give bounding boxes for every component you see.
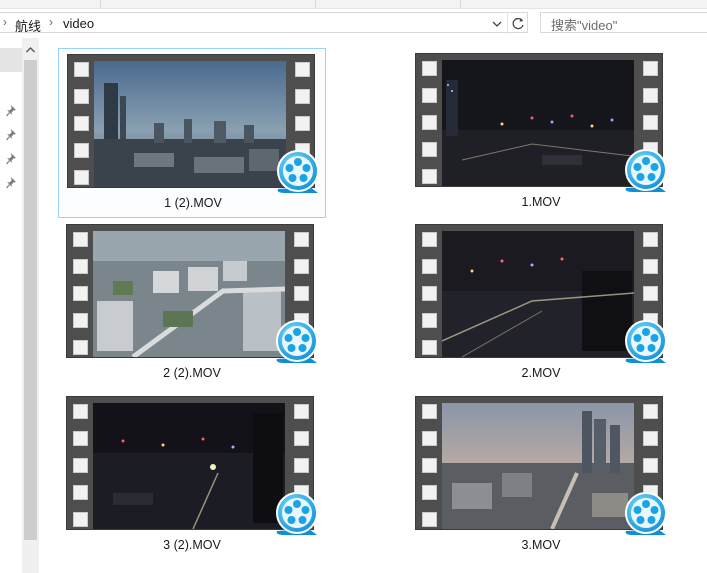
film-hole [422, 431, 437, 446]
film-hole [422, 169, 437, 184]
film-hole [73, 313, 88, 328]
film-hole [422, 404, 437, 419]
film-hole [73, 458, 88, 473]
file-item[interactable]: 2.MOV [407, 219, 675, 389]
film-hole [643, 232, 658, 247]
scroll-up-icon[interactable] [22, 42, 39, 58]
video-thumbnail[interactable] [415, 224, 667, 363]
media-player-icon [625, 320, 667, 363]
film-hole [73, 512, 88, 527]
film-hole [294, 232, 309, 247]
film-hole [74, 116, 89, 131]
film-hole [73, 485, 88, 500]
film-hole [73, 232, 88, 247]
film-hole [295, 89, 310, 104]
pin-icon[interactable] [6, 152, 18, 166]
video-thumbnail[interactable] [415, 396, 667, 535]
film-hole [422, 340, 437, 355]
film-hole [294, 431, 309, 446]
scrollbar-thumb[interactable] [24, 60, 37, 540]
video-preview-image [442, 231, 634, 357]
breadcrumb-item-current[interactable]: video [63, 16, 94, 31]
film-hole [295, 62, 310, 77]
film-hole [73, 404, 88, 419]
film-hole [422, 259, 437, 274]
video-preview-image [93, 403, 285, 529]
film-hole [422, 115, 437, 130]
video-thumbnail[interactable] [67, 54, 319, 193]
film-hole [422, 61, 437, 76]
title-strip [0, 0, 707, 9]
file-item[interactable]: 3 (2).MOV [58, 391, 326, 561]
film-hole [74, 143, 89, 158]
nav-scrollbar[interactable] [22, 38, 39, 573]
film-hole [295, 116, 310, 131]
video-thumbnail[interactable] [66, 224, 318, 363]
film-hole [294, 286, 309, 301]
media-player-icon [277, 150, 319, 193]
film-hole [294, 404, 309, 419]
chevron-down-icon[interactable] [489, 16, 505, 32]
film-hole [422, 313, 437, 328]
breadcrumb-separator-icon: › [49, 15, 53, 29]
video-preview-image [94, 61, 286, 187]
film-hole [643, 88, 658, 103]
video-thumbnail[interactable] [415, 53, 667, 192]
film-hole [73, 340, 88, 355]
film-hole [73, 431, 88, 446]
film-hole [643, 431, 658, 446]
breadcrumb-separator-icon: › [3, 15, 7, 29]
film-hole [294, 458, 309, 473]
refresh-icon [512, 17, 524, 30]
media-player-icon [625, 492, 667, 535]
film-hole [643, 115, 658, 130]
file-item[interactable]: 1 (2).MOV [58, 48, 326, 218]
breadcrumb-item[interactable]: 航线 [15, 16, 41, 35]
film-hole [643, 259, 658, 274]
film-hole [422, 286, 437, 301]
media-player-icon [625, 149, 667, 192]
film-hole [422, 232, 437, 247]
film-hole [422, 485, 437, 500]
film-hole [422, 88, 437, 103]
address-bar[interactable]: › 航线 › video [0, 12, 528, 35]
nav-item-selected[interactable] [0, 48, 22, 72]
video-thumbnail[interactable] [66, 396, 318, 535]
film-hole [422, 512, 437, 527]
file-item[interactable]: 3.MOV [407, 391, 675, 561]
file-name-label: 3 (2).MOV [163, 538, 221, 552]
film-hole [422, 458, 437, 473]
film-hole [294, 259, 309, 274]
address-bar-row: › 航线 › video 搜索"video" [0, 9, 707, 38]
film-hole [643, 286, 658, 301]
navigation-pane [0, 38, 22, 573]
pin-icon[interactable] [6, 104, 18, 118]
film-hole [74, 170, 89, 185]
media-player-icon [276, 492, 318, 535]
file-name-label: 1.MOV [521, 195, 561, 209]
film-hole [422, 142, 437, 157]
film-hole [74, 62, 89, 77]
film-hole [73, 259, 88, 274]
video-preview-image [93, 231, 285, 357]
pin-icon[interactable] [6, 176, 18, 190]
pin-icon[interactable] [6, 128, 18, 142]
video-preview-image [442, 403, 634, 529]
film-hole [74, 89, 89, 104]
film-hole [73, 286, 88, 301]
file-item[interactable]: 1.MOV [407, 48, 675, 218]
file-name-label: 2 (2).MOV [163, 366, 221, 380]
file-item[interactable]: 2 (2).MOV [58, 219, 326, 389]
search-input[interactable]: 搜索"video" [540, 12, 707, 33]
video-preview-image [442, 60, 634, 186]
film-hole [643, 61, 658, 76]
file-name-label: 2.MOV [521, 366, 561, 380]
media-player-icon [276, 320, 318, 363]
film-hole [643, 458, 658, 473]
film-hole [643, 404, 658, 419]
file-name-label: 1 (2).MOV [164, 196, 222, 210]
refresh-button[interactable] [507, 13, 528, 34]
file-name-label: 3.MOV [521, 538, 561, 552]
